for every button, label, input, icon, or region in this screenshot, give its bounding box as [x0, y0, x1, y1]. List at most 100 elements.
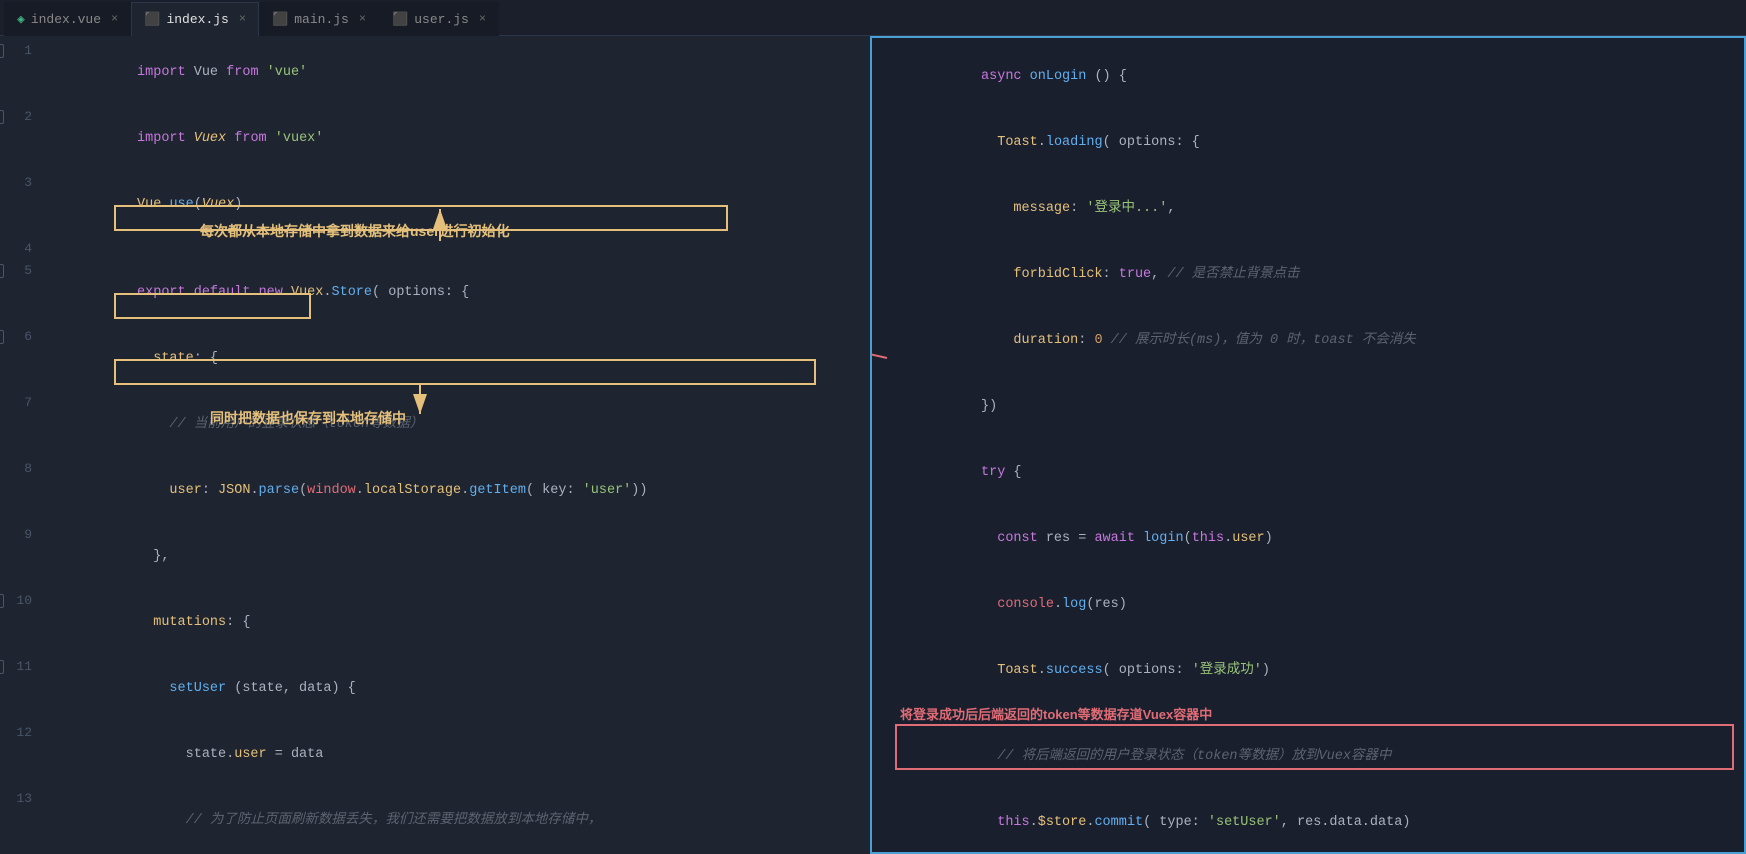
fold-icon-6[interactable]: -	[0, 330, 4, 344]
right-code-line-4: forbidClick: true, // 是否禁止背景点击	[880, 242, 1744, 308]
right-line-content-4: forbidClick: true, // 是否禁止背景点击	[880, 242, 1744, 308]
right-line-content-12: this.$store.commit( type: 'setUser', res…	[880, 790, 1744, 854]
left-code-area: - 1 import Vue from 'vue' - 2 import Vue…	[0, 36, 870, 854]
js-icon: ⬛	[272, 12, 288, 27]
line-content-1: import Vue from 'vue'	[56, 40, 870, 106]
vue-icon: ◈	[17, 12, 25, 27]
right-code-line-6: })	[880, 374, 1744, 440]
close-tab-icon[interactable]: ×	[479, 12, 486, 26]
line-gutter-7: 7	[0, 392, 56, 414]
fold-icon-10[interactable]: -	[0, 594, 4, 608]
line-number-1: 1	[8, 40, 48, 62]
line-number-9: 9	[0, 524, 48, 546]
code-line-10: - 10 mutations: {	[0, 590, 870, 656]
right-line-content-10: Toast.success( options: '登录成功')	[880, 638, 1744, 704]
line-gutter-10: - 10	[0, 590, 56, 612]
line-number-5: 5	[8, 260, 48, 282]
right-code-line-7: try {	[880, 440, 1744, 506]
line-content-6: state: {	[56, 326, 870, 392]
line-content-9: },	[56, 524, 870, 590]
line-gutter-5: - 5	[0, 260, 56, 282]
red-annotation-container: 将登录成功后后端返回的token等数据存道Vuex容器中	[880, 704, 1744, 724]
line-content-4	[56, 238, 870, 260]
line-number-2: 2	[8, 106, 48, 128]
code-line-7: 7 // 当前用户的登录状态（token等数据）	[0, 392, 870, 458]
tab-user-js[interactable]: ⬛ user.js ×	[379, 2, 499, 36]
right-code-line-9: console.log(res)	[880, 572, 1744, 638]
line-content-5: export default new Vuex.Store( options: …	[56, 260, 870, 326]
right-line-content-9: console.log(res)	[880, 572, 1744, 638]
line-number-10: 10	[8, 590, 48, 612]
right-code-line-2: Toast.loading( options: {	[880, 110, 1744, 176]
right-code-line-12: this.$store.commit( type: 'setUser', res…	[880, 790, 1744, 854]
js-icon: ⬛	[144, 12, 160, 27]
right-code-line-11: // 将后端返回的用户登录状态（token等数据）放到Vuex容器中	[880, 724, 1744, 790]
tab-label: index.vue	[31, 12, 101, 27]
tab-label: index.js	[166, 12, 228, 27]
line-gutter-11: - 11	[0, 656, 56, 678]
line-gutter-13: 13	[0, 788, 56, 810]
tab-index-js[interactable]: ⬛ index.js ×	[131, 2, 259, 36]
right-code-area: async onLogin () { Toast.loading( option…	[872, 38, 1744, 854]
tab-bar: ◈ index.vue × ⬛ index.js × ⬛ main.js × ⬛…	[0, 0, 1746, 36]
line-gutter-4: 4	[0, 238, 56, 260]
fold-icon-5[interactable]: -	[0, 264, 4, 278]
editor-container: - 1 import Vue from 'vue' - 2 import Vue…	[0, 36, 1746, 854]
right-line-content-6: })	[880, 374, 1744, 440]
line-gutter-8: 8	[0, 458, 56, 480]
close-tab-icon[interactable]: ×	[111, 12, 118, 26]
code-line-8: 8 user: JSON.parse(window.localStorage.g…	[0, 458, 870, 524]
right-code-line-5: duration: 0 // 展示时长(ms)，值为 0 时，toast 不会消…	[880, 308, 1744, 374]
line-number-8: 8	[0, 458, 48, 480]
line-content-3: Vue.use(Vuex)	[56, 172, 870, 238]
line-content-8: user: JSON.parse(window.localStorage.get…	[56, 458, 870, 524]
close-tab-icon[interactable]: ×	[359, 12, 366, 26]
code-line-6: - 6 state: {	[0, 326, 870, 392]
line-number-12: 12	[0, 722, 48, 744]
tab-label: main.js	[294, 12, 349, 27]
right-code-line-1: async onLogin () {	[880, 44, 1744, 110]
code-line-13: 13 // 为了防止页面刷新数据丢失，我们还需要把数据放到本地存储中，	[0, 788, 870, 854]
code-line-11: - 11 setUser (state, data) {	[0, 656, 870, 722]
right-code-line-10: Toast.success( options: '登录成功')	[880, 638, 1744, 704]
line-gutter-12: 12	[0, 722, 56, 744]
line-gutter-3: 3	[0, 172, 56, 194]
line-gutter-6: - 6	[0, 326, 56, 348]
fold-icon-1[interactable]: -	[0, 44, 4, 58]
tab-label: user.js	[414, 12, 469, 27]
code-line-2: - 2 import Vuex from 'vuex'	[0, 106, 870, 172]
annotation-red-text: 将登录成功后后端返回的token等数据存道Vuex容器中	[900, 704, 1212, 723]
line-gutter-1: - 1	[0, 40, 56, 62]
right-line-content-3: message: '登录中...',	[880, 176, 1744, 242]
line-number-4: 4	[8, 238, 48, 260]
code-line-9: 9 },	[0, 524, 870, 590]
code-line-3: 3 Vue.use(Vuex)	[0, 172, 870, 238]
right-line-content-11: // 将后端返回的用户登录状态（token等数据）放到Vuex容器中	[880, 724, 1744, 790]
code-line-5: - 5 export default new Vuex.Store( optio…	[0, 260, 870, 326]
close-tab-icon[interactable]: ×	[239, 12, 246, 26]
right-line-content-1: async onLogin () {	[880, 44, 1744, 110]
line-content-10: mutations: {	[56, 590, 870, 656]
right-line-content-5: duration: 0 // 展示时长(ms)，值为 0 时，toast 不会消…	[880, 308, 1744, 374]
line-content-13: // 为了防止页面刷新数据丢失，我们还需要把数据放到本地存储中，	[56, 788, 870, 854]
line-number-7: 7	[0, 392, 48, 414]
line-gutter-9: 9	[0, 524, 56, 546]
line-number-6: 6	[8, 326, 48, 348]
fold-icon-11[interactable]: -	[0, 660, 4, 674]
right-editor-panel: async onLogin () { Toast.loading( option…	[870, 36, 1746, 854]
line-content-11: setUser (state, data) {	[56, 656, 870, 722]
line-number-13: 13	[0, 788, 48, 810]
code-line-12: 12 state.user = data	[0, 722, 870, 788]
js-icon: ⬛	[392, 12, 408, 27]
right-line-content-2: Toast.loading( options: {	[880, 110, 1744, 176]
left-editor-panel: - 1 import Vue from 'vue' - 2 import Vue…	[0, 36, 870, 854]
tab-main-js[interactable]: ⬛ main.js ×	[259, 2, 379, 36]
fold-icon-2[interactable]: -	[0, 110, 4, 124]
tab-index-vue[interactable]: ◈ index.vue ×	[4, 2, 131, 36]
right-line-content-8: const res = await login(this.user)	[880, 506, 1744, 572]
code-line-4: 4	[0, 238, 870, 260]
line-content-7: // 当前用户的登录状态（token等数据）	[56, 392, 870, 458]
line-content-12: state.user = data	[56, 722, 870, 788]
line-number-3: 3	[8, 172, 48, 194]
line-content-2: import Vuex from 'vuex'	[56, 106, 870, 172]
